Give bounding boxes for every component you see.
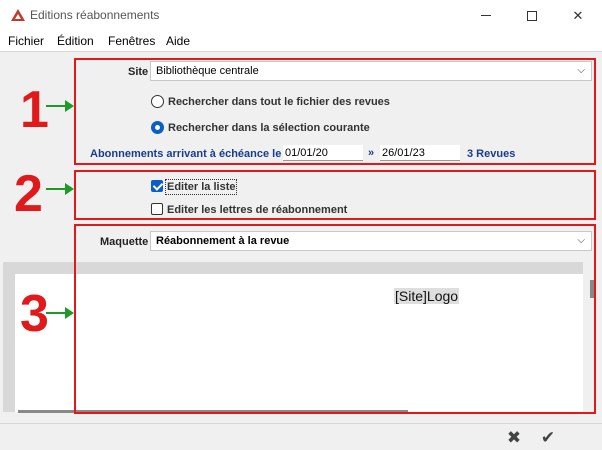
confirm-button[interactable]: ✔ [537, 428, 559, 448]
annotation-number-2: 2 [14, 165, 43, 223]
action-bar: ✖ ✔ [0, 423, 602, 450]
maximize-button[interactable] [509, 0, 555, 31]
checkmark-icon: ✔ [540, 428, 556, 447]
close-icon: ✕ [572, 7, 584, 23]
annotation-box-2 [74, 170, 596, 220]
annotation-box-3 [74, 224, 596, 414]
annotation-arrow-3 [46, 307, 74, 319]
menu-bar: Fichier Édition Fenêtres Aide [0, 31, 602, 51]
close-icon: ✖ [506, 428, 522, 447]
cancel-button[interactable]: ✖ [503, 428, 525, 448]
annotation-arrow-2 [46, 183, 74, 195]
close-window-button[interactable]: ✕ [555, 0, 601, 31]
maximize-icon [527, 10, 537, 21]
menu-fichier[interactable]: Fichier [8, 34, 44, 48]
annotation-number-1: 1 [20, 81, 49, 139]
minimize-button[interactable] [463, 0, 509, 31]
annotation-arrow-1 [46, 100, 74, 112]
app-logo-icon [11, 9, 25, 21]
annotation-number-3: 3 [20, 285, 49, 343]
menu-edition[interactable]: Édition [57, 34, 94, 48]
menu-aide[interactable]: Aide [166, 34, 190, 48]
minimize-icon [481, 15, 491, 16]
window-title: Editions réabonnements [30, 8, 160, 22]
menu-fenetres[interactable]: Fenêtres [108, 34, 155, 48]
annotation-box-1 [74, 58, 596, 165]
title-bar: Editions réabonnements ✕ [0, 0, 602, 31]
